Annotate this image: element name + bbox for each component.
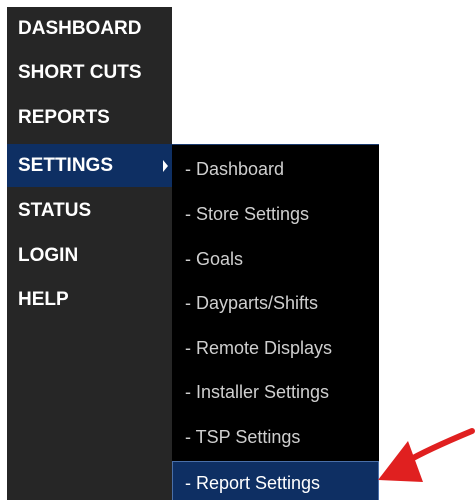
menu-item-login[interactable]: LOGIN xyxy=(7,234,172,277)
submenu-arrow-icon xyxy=(160,144,170,187)
submenu-item-installer-settings[interactable]: - Installer Settings xyxy=(172,370,379,414)
menu-item-label: SETTINGS xyxy=(18,155,114,176)
submenu-item-tsp-settings[interactable]: - TSP Settings xyxy=(172,415,379,459)
navigation-menu-screenshot: DASHBOARD SHORT CUTS REPORTS SETTINGS ST… xyxy=(0,0,476,500)
menu-item-settings[interactable]: SETTINGS xyxy=(7,144,172,187)
menu-item-label: LOGIN xyxy=(18,245,79,266)
submenu-item-remote-displays[interactable]: - Remote Displays xyxy=(172,326,379,370)
menu-item-reports[interactable]: REPORTS xyxy=(7,96,172,139)
red-pointer-arrow-icon xyxy=(378,428,475,482)
submenu-item-dashboard[interactable]: - Dashboard xyxy=(172,147,379,191)
settings-submenu: - Dashboard - Store Settings - Goals - D… xyxy=(172,144,379,500)
submenu-item-label: - Installer Settings xyxy=(185,382,330,402)
submenu-item-dayparts-shifts[interactable]: - Dayparts/Shifts xyxy=(172,281,379,325)
menu-item-status[interactable]: STATUS xyxy=(7,189,172,232)
menu-item-label: STATUS xyxy=(18,200,92,221)
submenu-item-label: - Dayparts/Shifts xyxy=(185,293,319,313)
submenu-item-label: - Dashboard xyxy=(185,159,285,179)
menu-item-label: SHORT CUTS xyxy=(18,62,142,83)
menu-item-short-cuts[interactable]: SHORT CUTS xyxy=(7,51,172,94)
submenu-item-label: - Store Settings xyxy=(185,204,310,224)
menu-item-label: REPORTS xyxy=(18,107,110,128)
main-menu: DASHBOARD SHORT CUTS REPORTS SETTINGS ST… xyxy=(7,7,172,500)
menu-item-label: DASHBOARD xyxy=(18,18,142,39)
submenu-item-report-settings[interactable]: - Report Settings xyxy=(172,461,379,500)
submenu-item-label: - Remote Displays xyxy=(185,338,333,358)
submenu-item-label: - Report Settings xyxy=(185,473,321,493)
submenu-item-label: - Goals xyxy=(185,249,244,269)
menu-item-dashboard[interactable]: DASHBOARD xyxy=(7,7,172,50)
submenu-item-store-settings[interactable]: - Store Settings xyxy=(172,192,379,236)
menu-item-label: HELP xyxy=(18,289,69,310)
submenu-item-label: - TSP Settings xyxy=(185,427,301,447)
submenu-item-goals[interactable]: - Goals xyxy=(172,237,379,281)
menu-item-help[interactable]: HELP xyxy=(7,278,172,321)
